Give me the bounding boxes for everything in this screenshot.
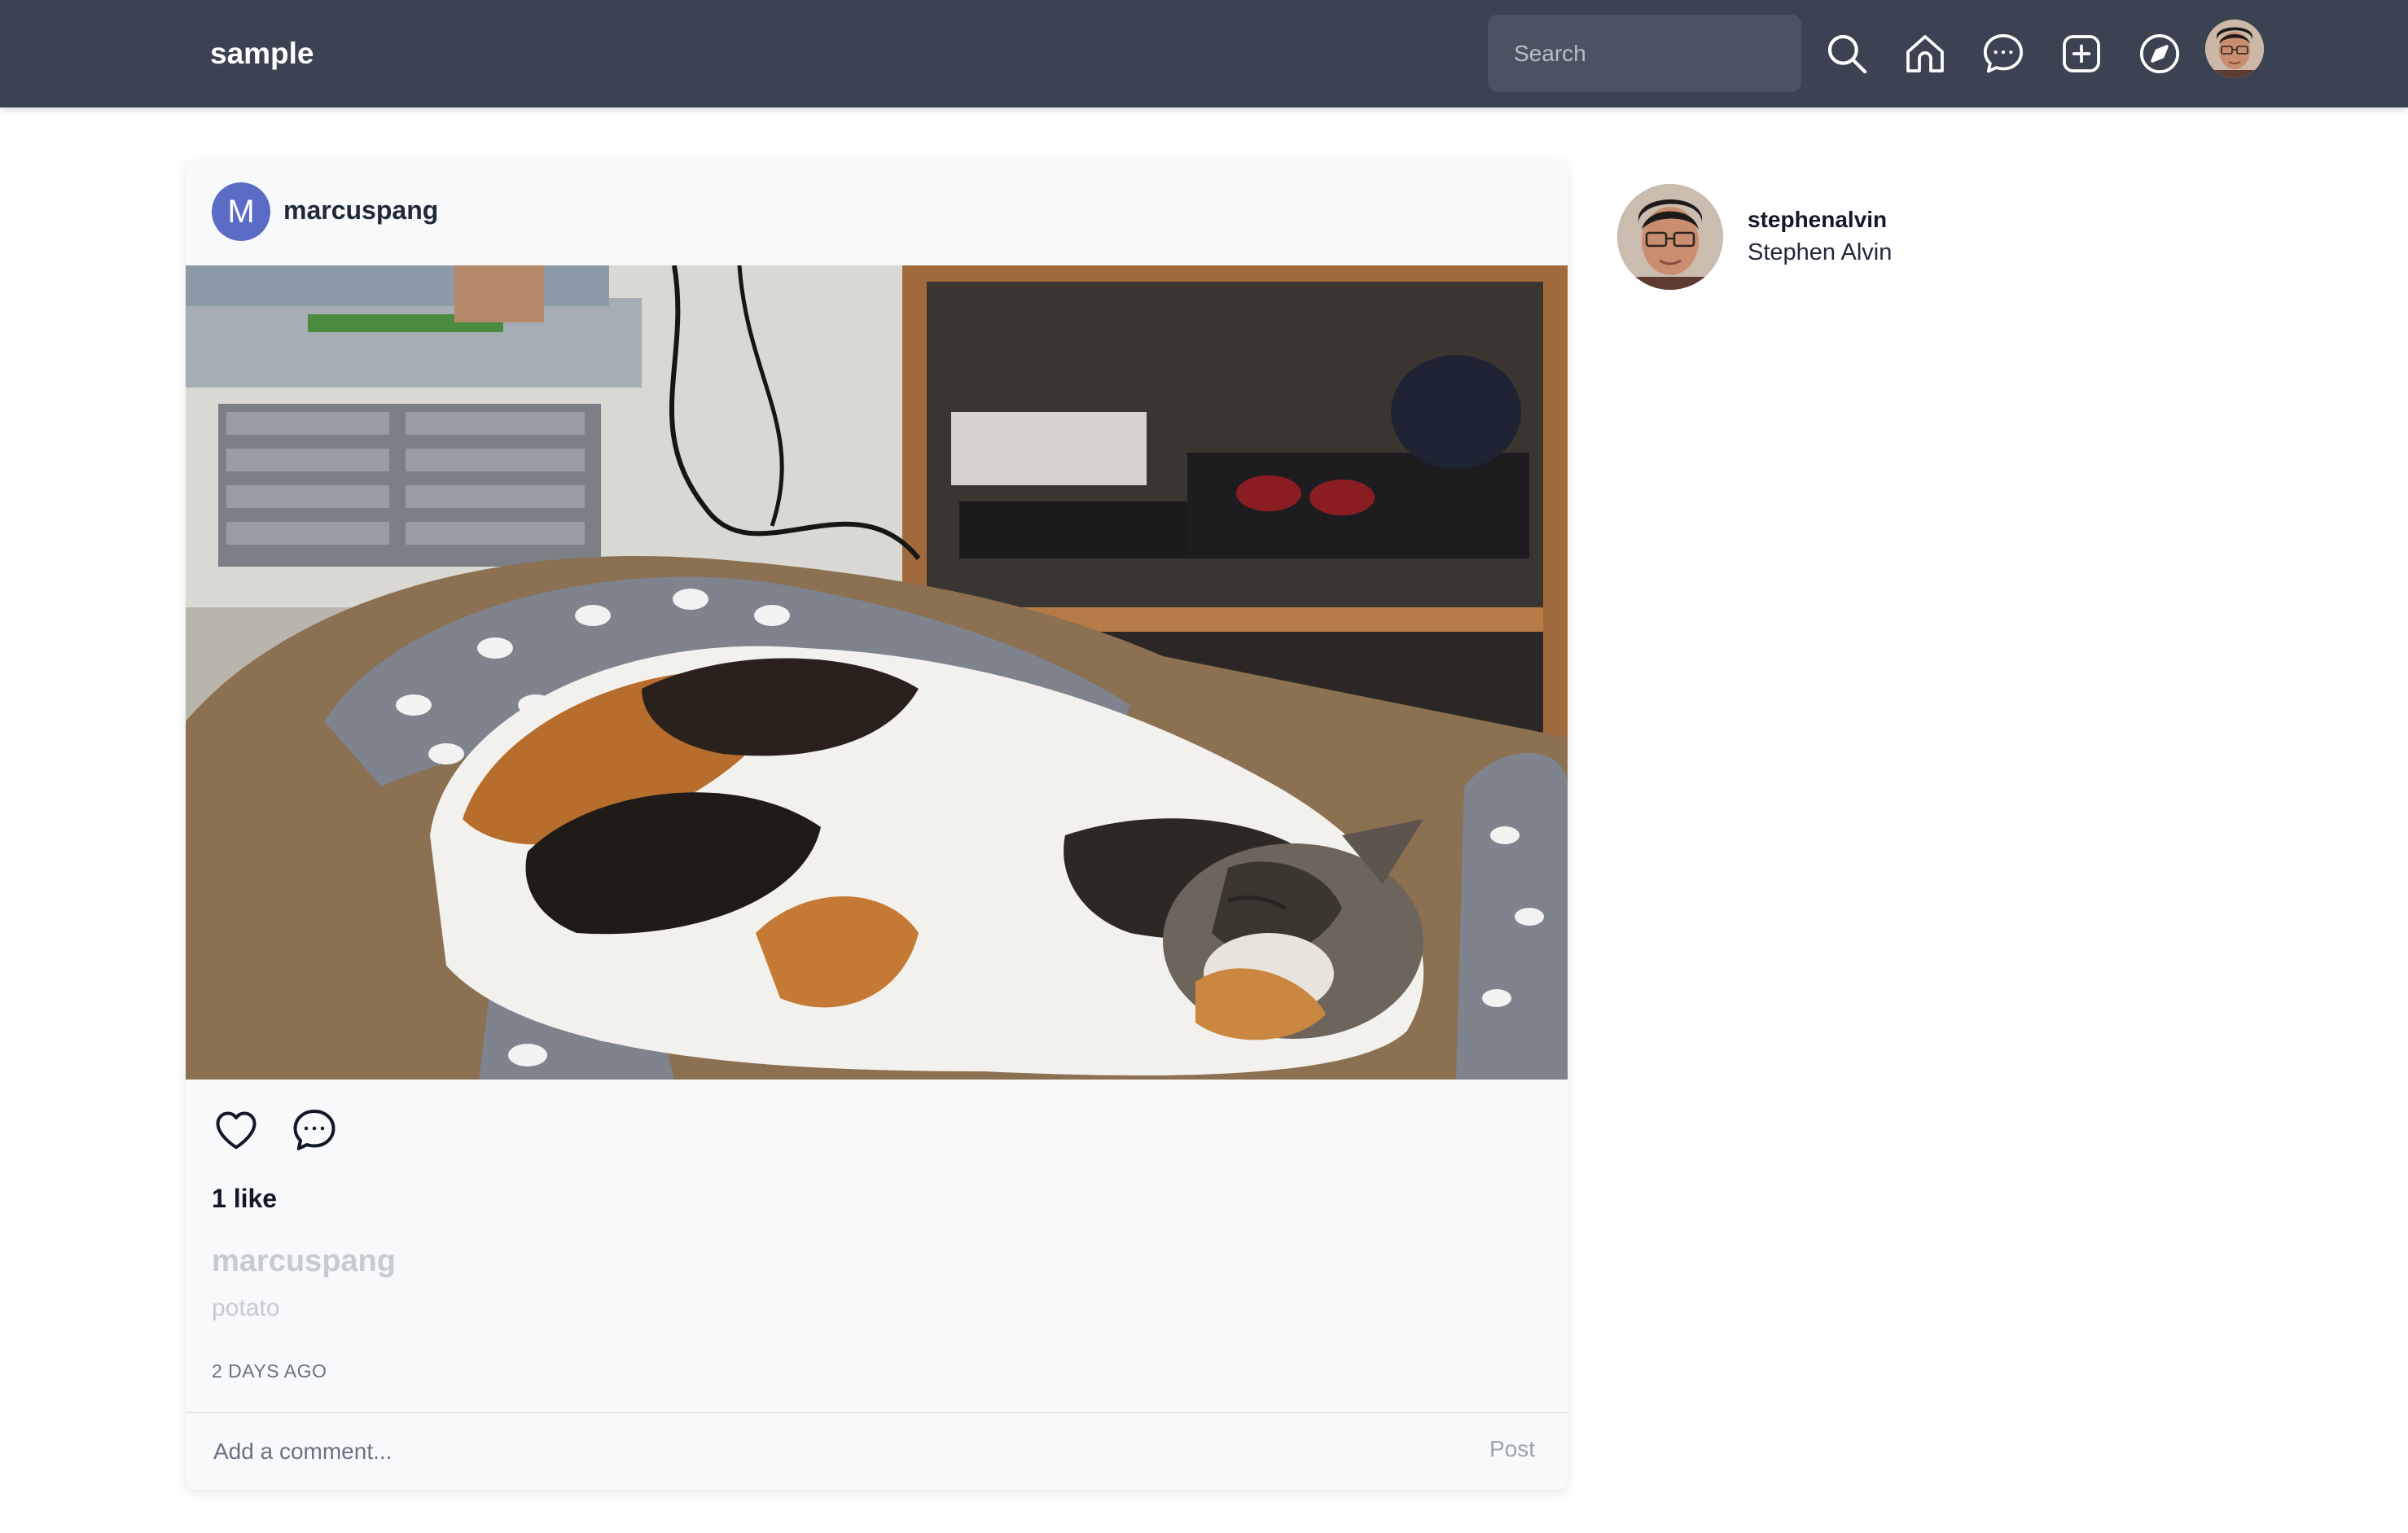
comment-input[interactable] (186, 1413, 1456, 1490)
explore-icon[interactable] (2137, 31, 2182, 77)
top-navbar: sample (0, 0, 2408, 107)
profile-full-name: Stephen Alvin (1748, 239, 1893, 265)
author-username[interactable]: marcuspang (283, 195, 438, 226)
likes-count[interactable]: 1 like (212, 1184, 277, 1214)
post-image[interactable] (186, 265, 1568, 1080)
brand-logo[interactable]: sample (210, 36, 314, 72)
heart-icon[interactable] (212, 1106, 261, 1154)
add-post-icon[interactable] (2059, 31, 2104, 77)
messages-icon[interactable] (1980, 31, 2026, 77)
home-icon[interactable] (1902, 31, 1948, 77)
caption-text: potato (212, 1294, 280, 1321)
post-header: M marcuspang (186, 160, 1568, 265)
caption-username[interactable]: marcuspang (212, 1244, 396, 1279)
post-comment-button[interactable]: Post (1489, 1436, 1535, 1462)
profile-username[interactable]: stephenalvin (1748, 207, 1887, 233)
profile-avatar[interactable] (1617, 184, 1723, 290)
post-timestamp: 2 DAYS AGO (212, 1360, 327, 1382)
comment-icon[interactable] (290, 1106, 339, 1154)
post-card: M marcuspang 1 like marcuspang potato 2 … (186, 160, 1568, 1490)
author-avatar[interactable]: M (212, 182, 270, 241)
search-input[interactable] (1488, 15, 1801, 92)
avatar[interactable] (2205, 20, 2264, 78)
search-icon[interactable] (1824, 31, 1870, 77)
